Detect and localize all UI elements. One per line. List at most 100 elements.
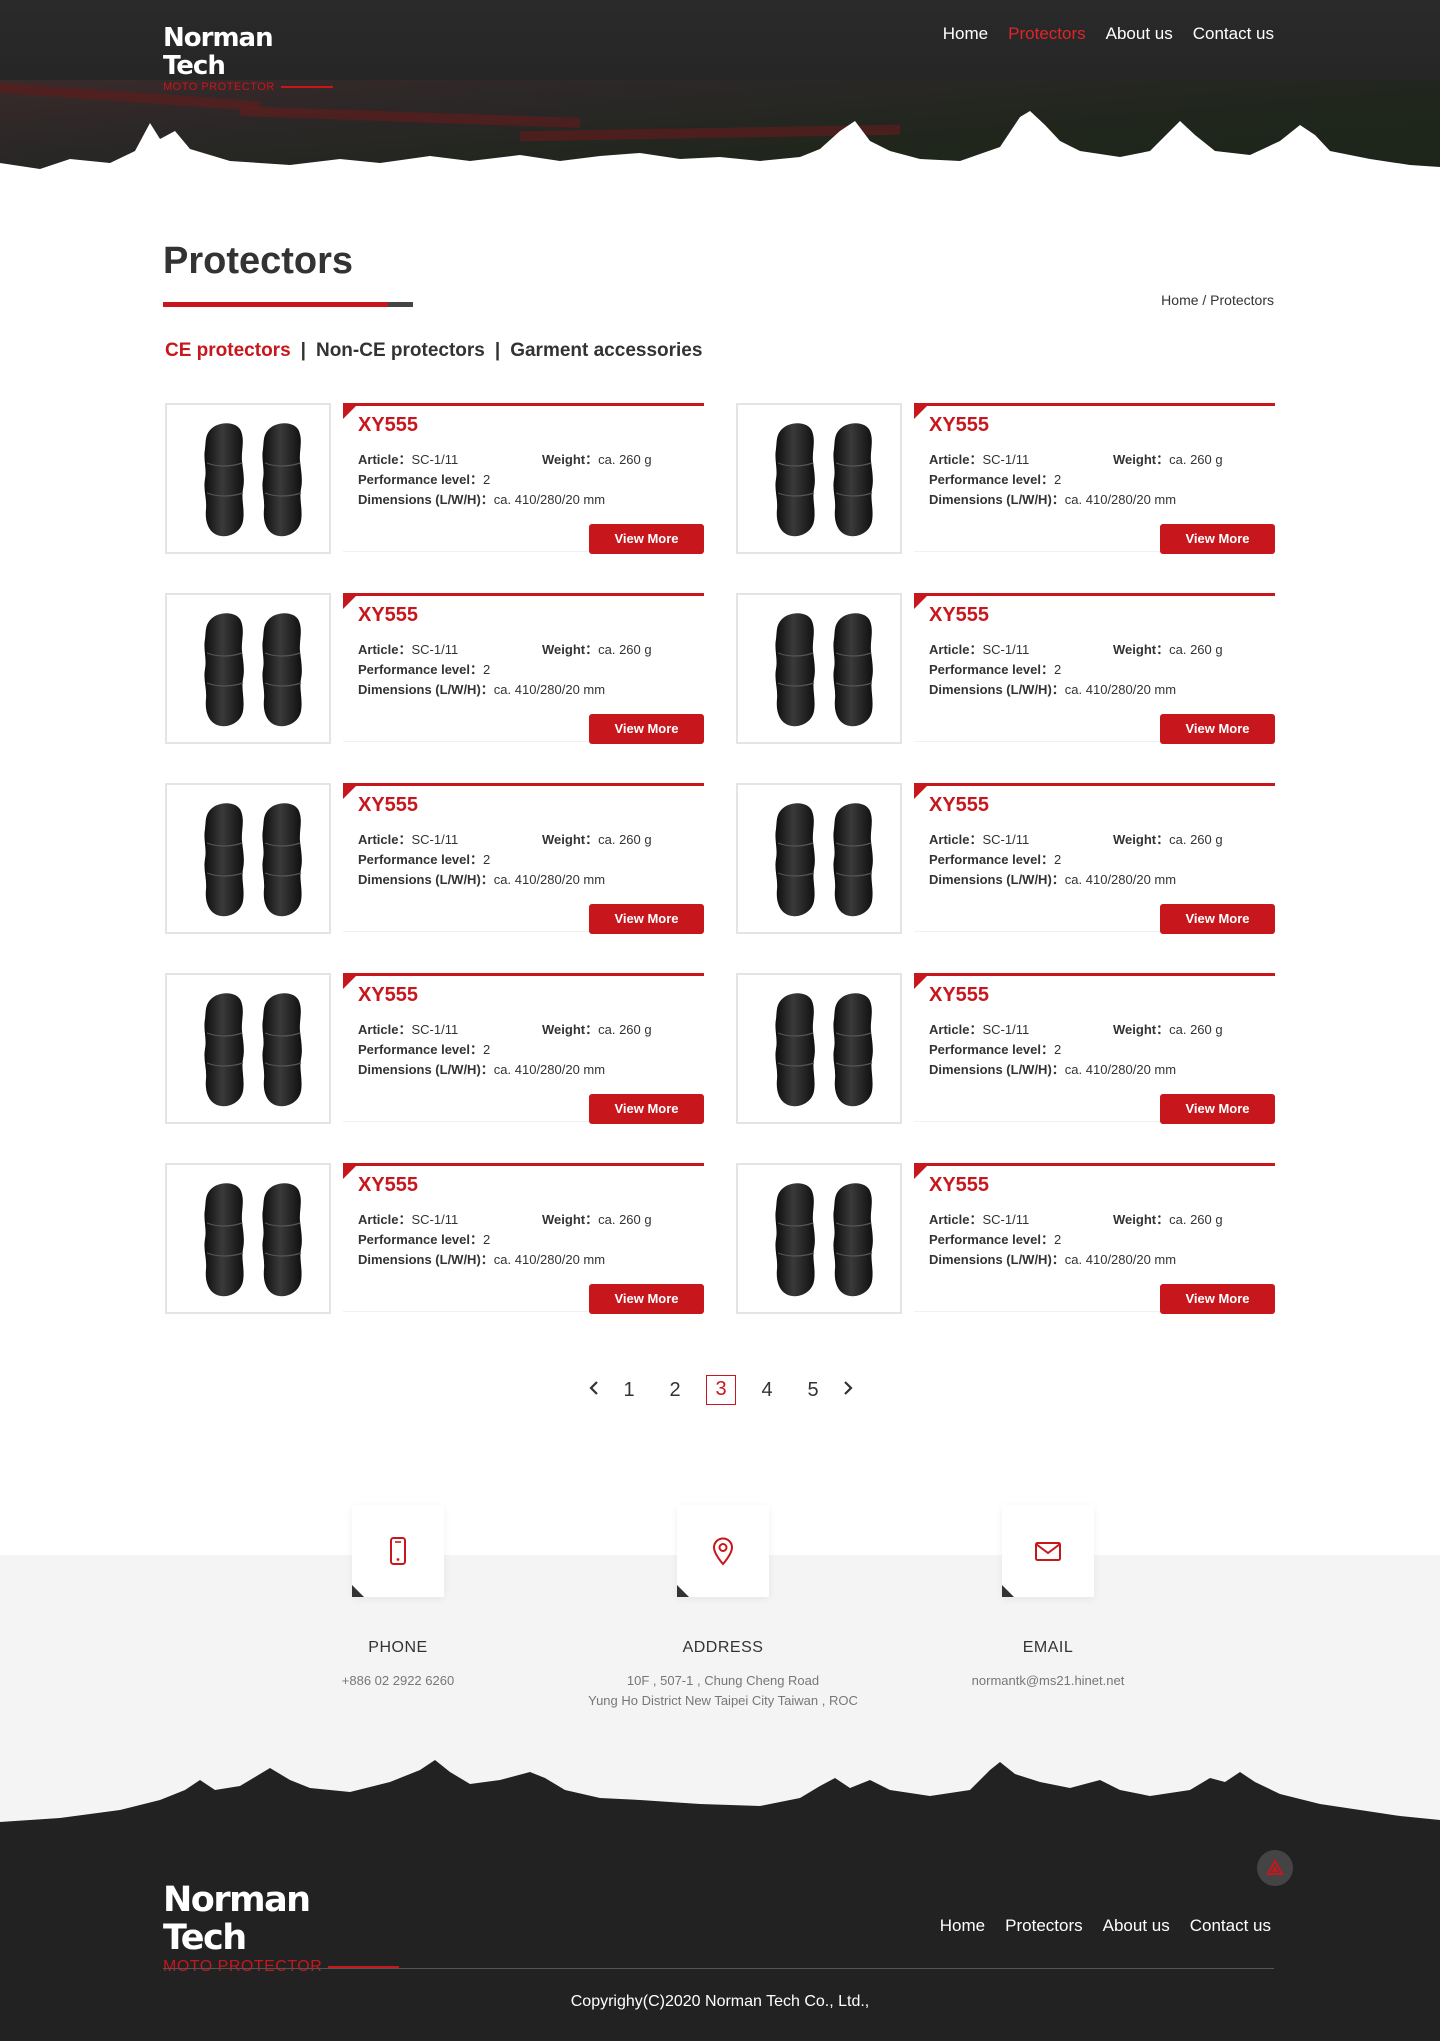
product-image[interactable] <box>736 973 902 1124</box>
footer-nav-contact[interactable]: Contact us <box>1190 1916 1271 1936</box>
nav-about[interactable]: About us <box>1106 24 1173 44</box>
spec-dimensions: Dimensions (L/W/H)：ca. 410/280/20 mm <box>929 1062 1177 1077</box>
view-more-button[interactable]: View More <box>1160 714 1275 744</box>
view-more-button[interactable]: View More <box>1160 1094 1275 1124</box>
page-5[interactable]: 5 <box>798 1375 828 1405</box>
product-name[interactable]: XY555 <box>929 794 989 817</box>
footer-brand-tagline: MOTO PROTECTOR <box>163 1958 323 1975</box>
email-icon-box <box>1002 1505 1094 1597</box>
product-name[interactable]: XY555 <box>929 1174 989 1197</box>
card-top-rule <box>914 593 1275 596</box>
page-3-current[interactable]: 3 <box>706 1375 736 1405</box>
page-2[interactable]: 2 <box>660 1375 690 1405</box>
footer-nav-about[interactable]: About us <box>1103 1916 1170 1936</box>
product-name[interactable]: XY555 <box>358 604 418 627</box>
product-image[interactable] <box>736 1163 902 1314</box>
view-more-button[interactable]: View More <box>589 714 704 744</box>
card-top-rule <box>343 1163 704 1166</box>
view-more-button[interactable]: View More <box>589 1094 704 1124</box>
back-to-top-button[interactable] <box>1257 1850 1293 1886</box>
view-more-button[interactable]: View More <box>1160 904 1275 934</box>
arrow-up-icon <box>1266 1859 1284 1875</box>
spec-performance-level: Performance level：2 <box>929 852 1062 867</box>
contact-email-value[interactable]: normantk@ms21.hinet.net <box>898 1671 1198 1691</box>
page-1[interactable]: 1 <box>614 1375 644 1405</box>
tab-non-ce-protectors[interactable]: Non-CE protectors <box>316 340 485 362</box>
spec-dimensions: Dimensions (L/W/H)：ca. 410/280/20 mm <box>929 872 1177 887</box>
contact-email: EMAIL normantk@ms21.hinet.net <box>898 1505 1198 1691</box>
product-card: XY555 Article：SC-1/11 Weight：ca. 260 g P… <box>736 1163 1275 1315</box>
chevron-right-icon[interactable] <box>836 1375 860 1405</box>
nav-protectors[interactable]: Protectors <box>1008 24 1085 44</box>
view-more-button[interactable]: View More <box>1160 524 1275 554</box>
address-line-1: 10F , 507-1 , Chung Cheng Road <box>626 1673 820 1688</box>
chevron-left-icon[interactable] <box>582 1375 606 1405</box>
protector-image <box>204 423 302 537</box>
pagination: 1 2 3 4 5 <box>582 1374 860 1406</box>
protector-image <box>775 1183 873 1297</box>
product-image[interactable] <box>736 783 902 934</box>
mail-icon <box>1035 1542 1061 1561</box>
view-more-button[interactable]: View More <box>589 904 704 934</box>
product-image[interactable] <box>736 593 902 744</box>
product-card: XY555 Article：SC-1/11 Weight：ca. 260 g P… <box>165 1163 704 1315</box>
spec-performance-level: Performance level：2 <box>929 1042 1062 1057</box>
card-top-rule <box>343 973 704 976</box>
footer-mountain-edge <box>0 1760 1440 1840</box>
view-more-button[interactable]: View More <box>1160 1284 1275 1314</box>
product-name[interactable]: XY555 <box>929 414 989 437</box>
spec-article: Article：SC-1/11 <box>929 642 1030 657</box>
product-name[interactable]: XY555 <box>929 984 989 1007</box>
spec-performance-level: Performance level：2 <box>358 1042 491 1057</box>
breadcrumb[interactable]: Home / Protectors <box>1161 292 1274 308</box>
contact-phone-value[interactable]: +886 02 2922 6260 <box>248 1671 548 1691</box>
spec-weight: Weight：ca. 260 g <box>1113 1022 1223 1037</box>
product-name[interactable]: XY555 <box>358 414 418 437</box>
contact-address-label: ADDRESS <box>682 1639 764 1656</box>
spec-article: Article：SC-1/11 <box>358 642 459 657</box>
protector-image <box>204 613 302 727</box>
product-image[interactable] <box>165 403 331 554</box>
card-corner-accent <box>914 973 930 989</box>
spec-performance-level: Performance level：2 <box>929 662 1062 677</box>
nav-contact[interactable]: Contact us <box>1193 24 1274 44</box>
card-top-rule <box>343 593 704 596</box>
product-name[interactable]: XY555 <box>358 1174 418 1197</box>
page-4[interactable]: 4 <box>752 1375 782 1405</box>
footer-logo[interactable]: Norman Tech MOTO PROTECTOR <box>163 1881 399 1976</box>
product-image[interactable] <box>165 973 331 1124</box>
spec-weight: Weight：ca. 260 g <box>542 832 652 847</box>
tab-ce-protectors[interactable]: CE protectors <box>165 340 291 362</box>
brand-name: Norman Tech <box>163 23 274 81</box>
product-grid: XY555 Article：SC-1/11 Weight：ca. 260 g P… <box>165 403 1275 1315</box>
protector-image <box>204 1183 302 1297</box>
card-corner-accent <box>914 783 930 799</box>
contact-phone-label: PHONE <box>368 1639 428 1656</box>
product-image[interactable] <box>165 593 331 744</box>
protector-image <box>775 613 873 727</box>
spec-dimensions: Dimensions (L/W/H)：ca. 410/280/20 mm <box>358 1252 606 1267</box>
spec-article: Article：SC-1/11 <box>929 832 1030 847</box>
product-image[interactable] <box>736 403 902 554</box>
protector-image <box>775 993 873 1107</box>
product-card: XY555 Article：SC-1/11 Weight：ca. 260 g P… <box>736 593 1275 745</box>
product-name[interactable]: XY555 <box>358 984 418 1007</box>
product-name[interactable]: XY555 <box>358 794 418 817</box>
product-info: XY555 Article：SC-1/11 Weight：ca. 260 g P… <box>914 593 1275 745</box>
product-name[interactable]: XY555 <box>929 604 989 627</box>
product-image[interactable] <box>165 783 331 934</box>
product-card: XY555 Article：SC-1/11 Weight：ca. 260 g P… <box>165 403 704 555</box>
nav-home[interactable]: Home <box>943 24 988 44</box>
tab-garment-accessories[interactable]: Garment accessories <box>510 340 702 362</box>
brand-tagline-row: MOTO PROTECTOR <box>163 81 333 93</box>
product-card: XY555 Article：SC-1/11 Weight：ca. 260 g P… <box>165 783 704 935</box>
view-more-button[interactable]: View More <box>589 524 704 554</box>
spec-article: Article：SC-1/11 <box>929 452 1030 467</box>
footer-nav-home[interactable]: Home <box>940 1916 985 1936</box>
address-icon-box <box>677 1505 769 1597</box>
product-image[interactable] <box>165 1163 331 1314</box>
phone-icon <box>390 1537 406 1565</box>
footer-nav-protectors[interactable]: Protectors <box>1005 1916 1082 1936</box>
view-more-button[interactable]: View More <box>589 1284 704 1314</box>
brand-logo[interactable]: Norman Tech MOTO PROTECTOR <box>163 24 333 93</box>
